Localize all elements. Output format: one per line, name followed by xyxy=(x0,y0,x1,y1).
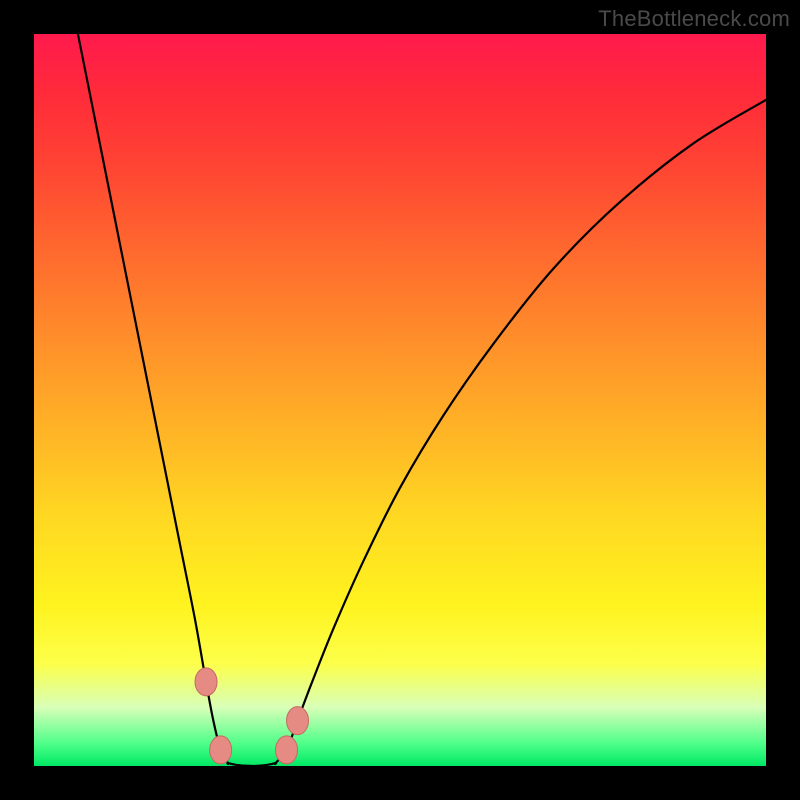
plot-area xyxy=(34,34,766,766)
bottleneck-curve xyxy=(78,34,766,766)
marker-right-lower xyxy=(276,736,298,764)
chart-svg xyxy=(34,34,766,766)
marker-left-upper xyxy=(195,668,217,696)
marker-right-upper xyxy=(287,707,309,735)
outer-frame: TheBottleneck.com xyxy=(0,0,800,800)
attribution-label: TheBottleneck.com xyxy=(598,6,790,32)
marker-left-lower xyxy=(210,736,232,764)
